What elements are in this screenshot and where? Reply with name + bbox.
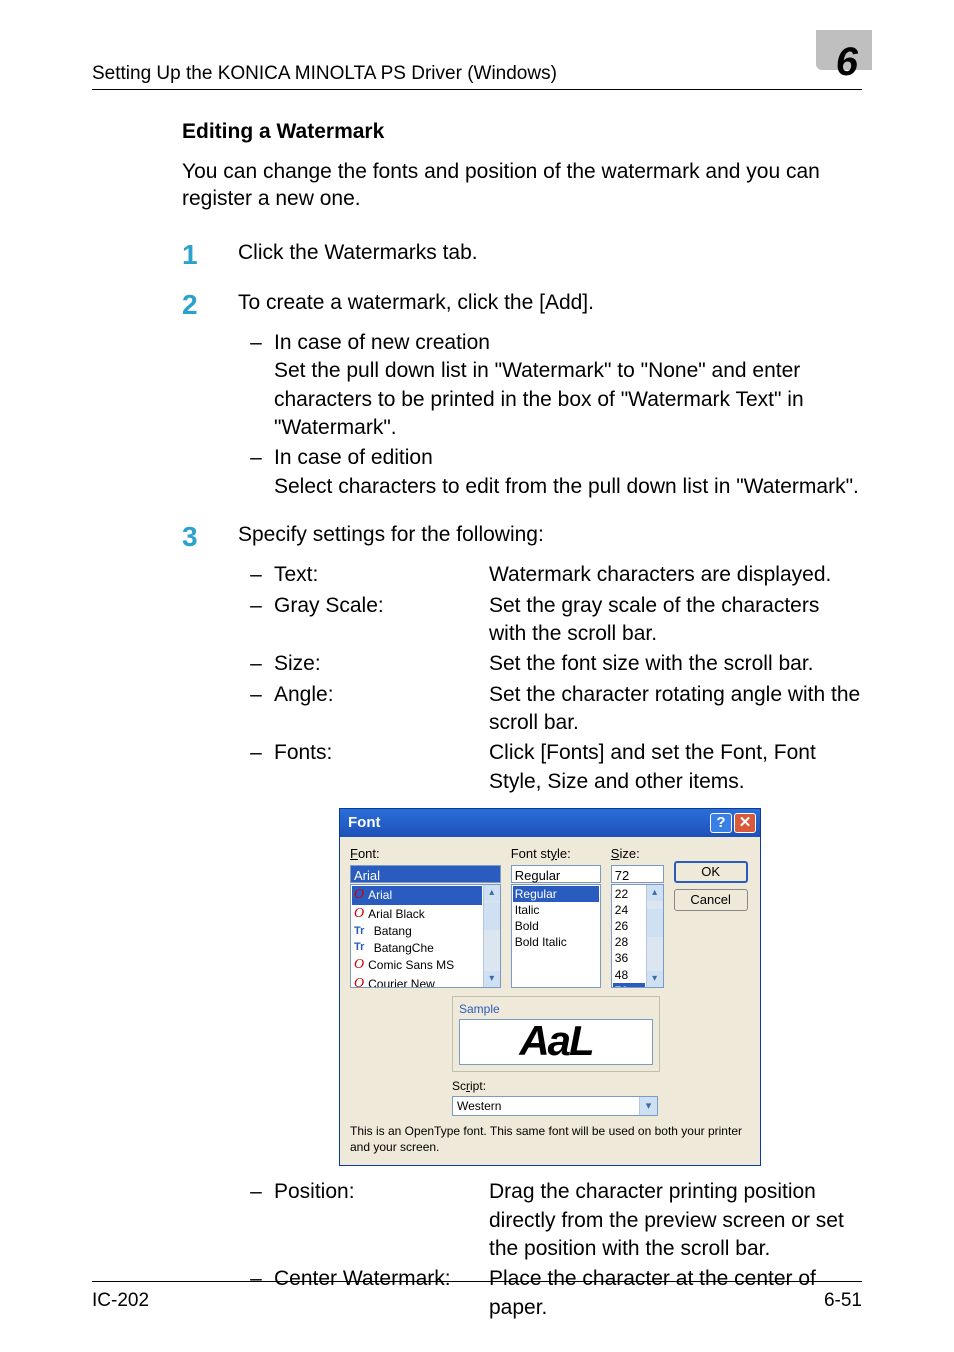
list-item[interactable]: OArial Black — [352, 905, 482, 924]
setting-desc: Drag the character printing position dir… — [489, 1178, 862, 1263]
sub-title: In case of new creation — [274, 329, 862, 357]
list-item[interactable]: Tr Batang — [352, 923, 482, 939]
script-label: Script: — [452, 1078, 660, 1094]
help-icon[interactable]: ? — [710, 813, 732, 833]
size-input[interactable]: 72 — [611, 865, 664, 883]
scrollbar[interactable]: ▴ ▾ — [646, 885, 663, 987]
script-value: Western — [453, 1097, 639, 1115]
setting-label: Position: — [274, 1178, 489, 1263]
font-list[interactable]: OArial OArial Black Tr Batang Tr BatangC… — [350, 884, 501, 988]
sub-desc: Select characters to edit from the pull … — [274, 473, 862, 501]
list-item[interactable]: OComic Sans MS — [352, 956, 482, 975]
sample-frame: Sample AaL — [452, 996, 660, 1072]
bullet-dash: – — [238, 592, 274, 649]
list-item[interactable]: 48 — [613, 967, 645, 983]
bullet-dash: – — [238, 681, 274, 738]
step-number: 2 — [182, 289, 238, 503]
footer-left: IC-202 — [92, 1290, 149, 1312]
chevron-down-icon[interactable]: ▾ — [647, 971, 663, 987]
dialog-footnote: This is an OpenType font. This same font… — [350, 1124, 750, 1155]
list-item[interactable]: Italic — [513, 902, 599, 918]
list-item[interactable]: 36 — [613, 950, 645, 966]
setting-label: Fonts: — [274, 739, 489, 796]
list-item[interactable]: OArial — [352, 886, 482, 905]
size-label: Size: — [611, 845, 664, 863]
bullet-dash: – — [238, 561, 274, 589]
list-item[interactable]: Bold Italic — [513, 934, 599, 950]
list-item[interactable]: Tr BatangChe — [352, 940, 482, 956]
bullet-dash: – — [238, 329, 274, 442]
list-item[interactable]: Regular — [513, 886, 599, 902]
font-label: Font: — [350, 845, 501, 863]
font-dialog: Font ? ✕ Font: Arial — [339, 808, 761, 1166]
setting-label: Gray Scale: — [274, 592, 489, 649]
sub-desc: Set the pull down list in "Watermark" to… — [274, 357, 862, 442]
step-text: Specify settings for the following: — [238, 521, 862, 549]
running-header: Setting Up the KONICA MINOLTA PS Driver … — [92, 63, 557, 85]
setting-desc: Watermark characters are displayed. — [489, 561, 862, 589]
footer-right: 6-51 — [824, 1290, 862, 1312]
list-item[interactable]: 24 — [613, 902, 645, 918]
step-number: 1 — [182, 239, 238, 271]
section-intro: You can change the fonts and position of… — [182, 158, 862, 213]
setting-label: Angle: — [274, 681, 489, 738]
chevron-down-icon[interactable]: ▾ — [484, 971, 500, 987]
setting-desc: Set the font size with the scroll bar. — [489, 650, 862, 678]
list-item[interactable]: 26 — [613, 918, 645, 934]
setting-label: Text: — [274, 561, 489, 589]
step-text: To create a watermark, click the [Add]. — [238, 289, 862, 317]
setting-label: Size: — [274, 650, 489, 678]
chevron-up-icon[interactable]: ▴ — [647, 885, 663, 901]
setting-desc: Set the gray scale of the characters wit… — [489, 592, 862, 649]
font-input[interactable]: Arial — [350, 865, 501, 883]
font-style-list[interactable]: Regular Italic Bold Bold Italic — [511, 884, 601, 988]
list-item[interactable]: 22 — [613, 886, 645, 902]
scrollbar[interactable]: ▴ ▾ — [483, 885, 500, 987]
sub-title: In case of edition — [274, 444, 862, 472]
font-style-label: Font style: — [511, 845, 601, 863]
bullet-dash: – — [238, 739, 274, 796]
ok-button[interactable]: OK — [674, 861, 748, 883]
close-icon[interactable]: ✕ — [734, 813, 756, 833]
dialog-title: Font — [348, 813, 380, 833]
section-title: Editing a Watermark — [182, 120, 862, 144]
chevron-down-icon[interactable]: ▾ — [639, 1097, 657, 1115]
font-style-input[interactable]: Regular — [511, 865, 601, 883]
size-list[interactable]: 22 24 26 28 36 48 72 ▴ — [611, 884, 664, 988]
setting-desc: Set the character rotating angle with th… — [489, 681, 862, 738]
cancel-button[interactable]: Cancel — [674, 889, 748, 911]
list-item[interactable]: OCourier New — [352, 975, 482, 988]
setting-desc: Click [Fonts] and set the Font, Font Sty… — [489, 739, 862, 796]
bullet-dash: – — [238, 444, 274, 501]
chevron-up-icon[interactable]: ▴ — [484, 885, 500, 901]
sample-preview: AaL — [459, 1019, 653, 1065]
script-select[interactable]: Western ▾ — [452, 1096, 658, 1116]
list-item[interactable]: Bold — [513, 918, 599, 934]
chapter-number: 6 — [836, 40, 862, 85]
bullet-dash: – — [238, 650, 274, 678]
step-number: 3 — [182, 521, 238, 1324]
list-item[interactable]: 28 — [613, 934, 645, 950]
bullet-dash: – — [238, 1178, 274, 1263]
step-text: Click the Watermarks tab. — [238, 239, 862, 271]
